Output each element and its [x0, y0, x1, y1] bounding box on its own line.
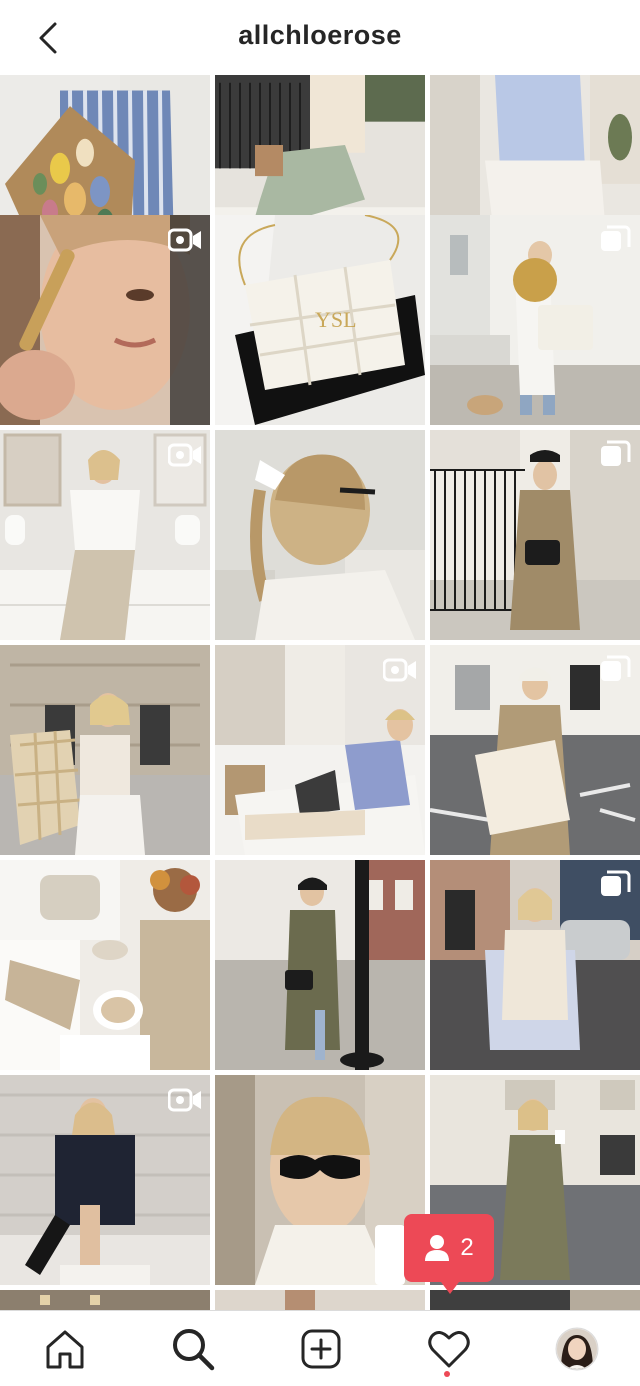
post-tile[interactable] — [0, 430, 210, 640]
carousel-icon — [601, 870, 631, 896]
carousel-icon — [601, 655, 631, 681]
post-image — [0, 645, 210, 855]
home-icon — [46, 1330, 84, 1369]
post-tile[interactable] — [430, 215, 640, 425]
post-image — [430, 1290, 640, 1310]
page-title: allchloerose — [238, 20, 402, 50]
carousel-icon — [601, 440, 631, 466]
post-image: YSL — [215, 215, 425, 425]
post-tile[interactable]: YSL — [215, 215, 425, 425]
activity-dot — [444, 1371, 450, 1377]
reel-icon — [168, 1088, 201, 1112]
post-tile[interactable] — [430, 860, 640, 1070]
avatar — [555, 1327, 599, 1371]
post-tile[interactable] — [215, 1290, 425, 1310]
tab-activity[interactable] — [425, 1325, 473, 1373]
post-tile[interactable] — [0, 1075, 210, 1285]
post-tile[interactable] — [215, 1075, 425, 1285]
post-tile[interactable] — [0, 215, 210, 425]
svg-text:YSL: YSL — [315, 307, 357, 332]
follow-notification-bubble[interactable]: 2 — [404, 1214, 494, 1294]
bottom-tab-bar — [0, 1310, 640, 1386]
tab-home[interactable] — [41, 1325, 89, 1373]
post-tile[interactable] — [430, 430, 640, 640]
heart-icon — [428, 1331, 470, 1368]
tab-new-post[interactable] — [297, 1325, 345, 1373]
post-tile[interactable] — [215, 645, 425, 855]
post-image — [215, 430, 425, 640]
post-tile[interactable] — [0, 860, 210, 1070]
post-tile[interactable] — [0, 1290, 210, 1310]
top-bar: allchloerose — [0, 0, 640, 75]
post-tile[interactable] — [215, 860, 425, 1070]
post-image — [215, 1075, 425, 1285]
post-image — [0, 1290, 210, 1310]
post-tile[interactable] — [430, 645, 640, 855]
post-tile[interactable] — [430, 1290, 640, 1310]
post-image — [215, 860, 425, 1070]
notification-count: 2 — [460, 1234, 474, 1261]
post-image — [215, 1290, 425, 1310]
search-icon — [173, 1329, 215, 1371]
person-icon — [425, 1235, 450, 1261]
reel-icon — [168, 228, 201, 252]
tab-profile[interactable] — [553, 1325, 601, 1373]
carousel-icon — [601, 225, 631, 251]
reel-icon — [383, 658, 416, 682]
post-grid: YSL — [0, 75, 640, 1310]
post-tile[interactable] — [0, 645, 210, 855]
post-tile[interactable] — [215, 430, 425, 640]
tab-search[interactable] — [169, 1325, 217, 1373]
reel-icon — [168, 443, 201, 467]
post-image — [0, 860, 210, 1070]
plus-square-icon — [301, 1329, 341, 1369]
